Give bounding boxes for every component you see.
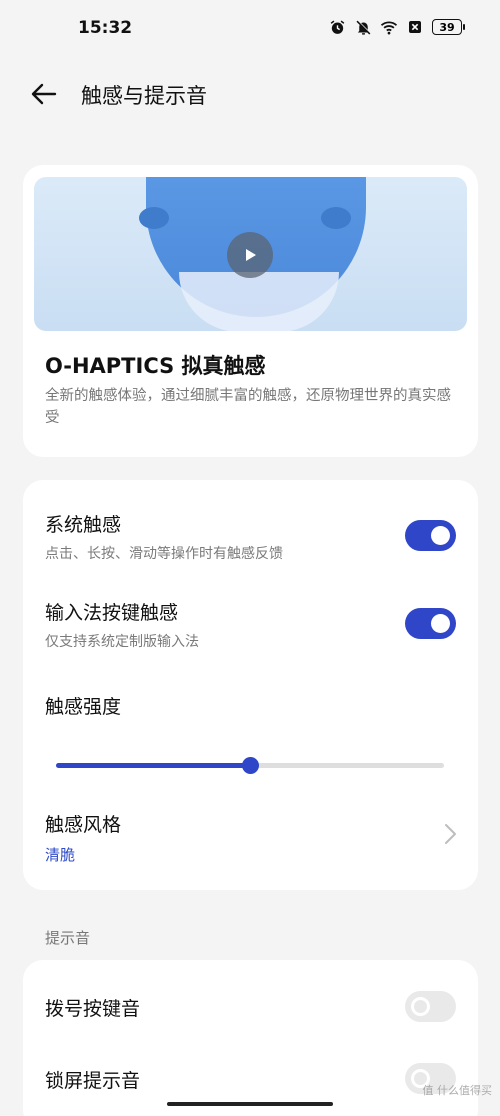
intensity-slider[interactable] [56, 757, 444, 774]
battery-icon: 39 [432, 19, 465, 35]
status-icons: 39 [328, 18, 465, 36]
haptics-settings-card: 系统触感 点击、长按、滑动等操作时有触感反馈 输入法按键触感 仅支持系统定制版输… [23, 480, 478, 890]
play-icon [246, 249, 256, 261]
status-time: 15:32 [78, 18, 133, 38]
system-haptics-toggle[interactable] [405, 520, 456, 551]
ime-haptics-title: 输入法按键触感 [45, 602, 179, 624]
hero-title: O-HAPTICS 拟真触感 [45, 354, 266, 378]
status-bar: 15:32 39 [0, 0, 500, 58]
alarm-icon [328, 18, 346, 36]
sounds-card: 拨号按键音 锁屏提示音 [23, 960, 478, 1116]
watermark: 值 什么值得买 [422, 1084, 493, 1097]
wifi-icon [380, 18, 398, 36]
back-button[interactable] [28, 78, 60, 110]
home-indicator[interactable] [167, 1102, 333, 1106]
hero-description: 全新的触感体验，通过细腻丰富的触感，还原物理世界的真实感受 [45, 388, 451, 426]
dial-keypad-toggle[interactable] [405, 991, 456, 1022]
system-haptics-subtitle: 点击、长按、滑动等操作时有触感反馈 [45, 546, 283, 562]
ime-haptics-toggle[interactable] [405, 608, 456, 639]
intensity-title: 触感强度 [45, 696, 122, 718]
lock-sound-title: 锁屏提示音 [45, 1070, 141, 1092]
play-button[interactable] [227, 232, 273, 278]
page-title: 触感与提示音 [81, 84, 207, 108]
slider-thumb[interactable] [242, 757, 259, 774]
system-haptics-title: 系统触感 [45, 514, 122, 536]
no-sim-icon [406, 18, 424, 36]
page-header: 触感与提示音 [0, 68, 500, 120]
haptics-intro-card: O-HAPTICS 拟真触感 全新的触感体验，通过细腻丰富的触感，还原物理世界的… [23, 165, 478, 457]
style-title: 触感风格 [45, 814, 122, 836]
dial-keypad-title: 拨号按键音 [45, 998, 141, 1020]
section-label-sounds: 提示音 [45, 929, 91, 947]
ime-haptics-subtitle: 仅支持系统定制版输入法 [45, 634, 199, 650]
mute-icon [354, 18, 372, 36]
chevron-right-icon[interactable] [440, 822, 460, 846]
back-arrow-icon [31, 83, 57, 105]
style-value: 清脆 [45, 846, 76, 864]
haptics-video-thumbnail[interactable] [34, 177, 467, 331]
